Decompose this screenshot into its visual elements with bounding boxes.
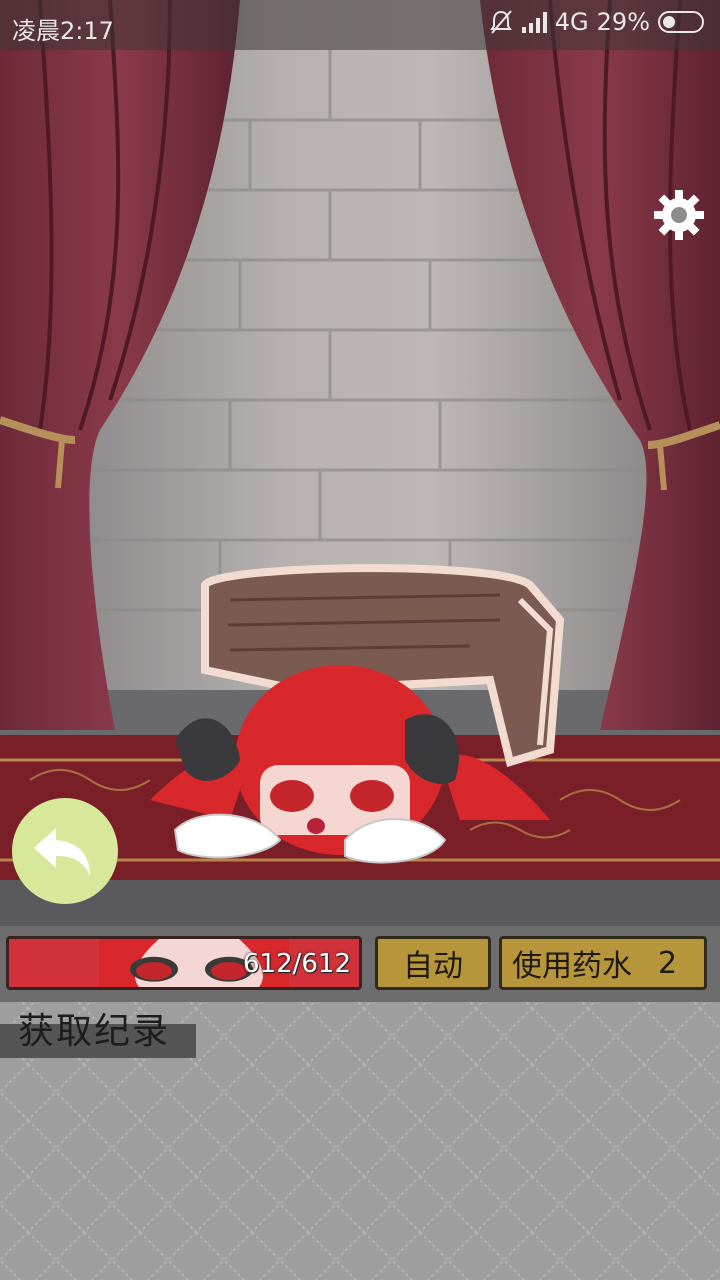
potion-count: 2 [658,945,678,981]
battery-icon [658,11,704,33]
back-arrow-icon [34,828,90,876]
status-bar: 凌晨2:17 4G 29% [0,0,720,50]
use-potion-button[interactable]: 使用药水 2 [499,936,707,990]
network-type: 4G [554,8,589,36]
use-potion-label: 使用药水 [512,949,632,984]
battery-percent: 29% [596,8,650,36]
status-time: 凌晨2:17 [12,17,114,45]
gear-icon [654,190,704,240]
settings-button[interactable] [652,188,706,242]
status-indicators: 4G 29% [489,8,706,36]
hp-text: 612/612 [242,949,351,979]
signal-icon [521,12,547,33]
bell-off-icon [489,10,512,34]
hp-bar: 612/612 [6,936,362,990]
auto-button[interactable]: 自动 [375,936,491,990]
log-title: 获取纪录 [18,1011,171,1052]
game-scene [0,0,720,1280]
back-button[interactable] [12,798,118,904]
